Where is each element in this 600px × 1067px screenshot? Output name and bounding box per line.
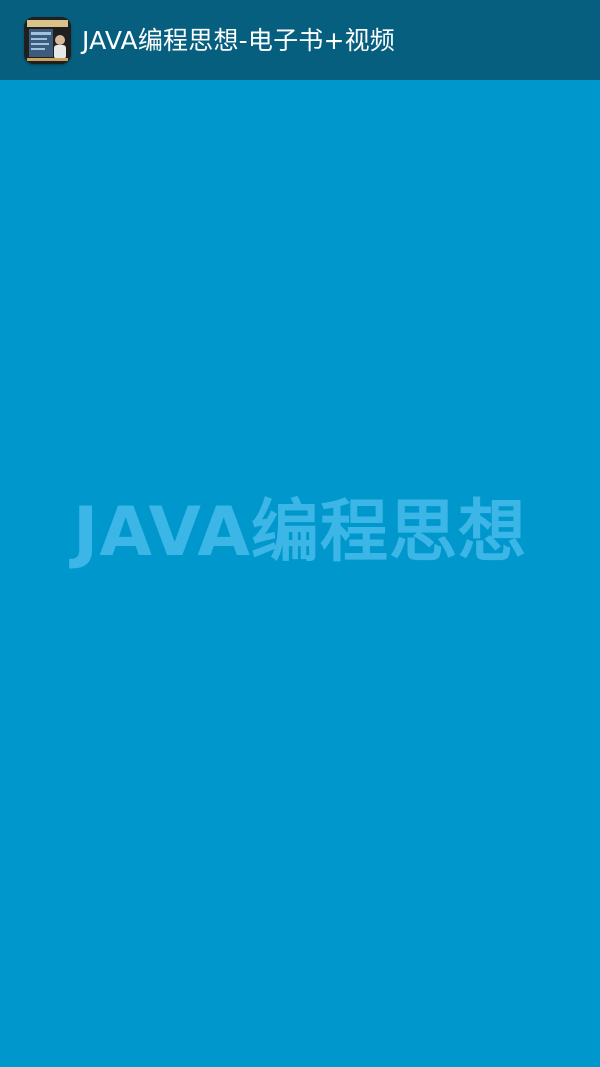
java-book-icon xyxy=(24,16,71,64)
app-screen: JAVA编程思想-电子书+视频 JAVA编程思想 xyxy=(0,0,600,1067)
splash-title: JAVA编程思想 xyxy=(73,493,527,572)
app-title: JAVA编程思想-电子书+视频 xyxy=(82,25,396,55)
title-bar: JAVA编程思想-电子书+视频 xyxy=(0,0,600,80)
